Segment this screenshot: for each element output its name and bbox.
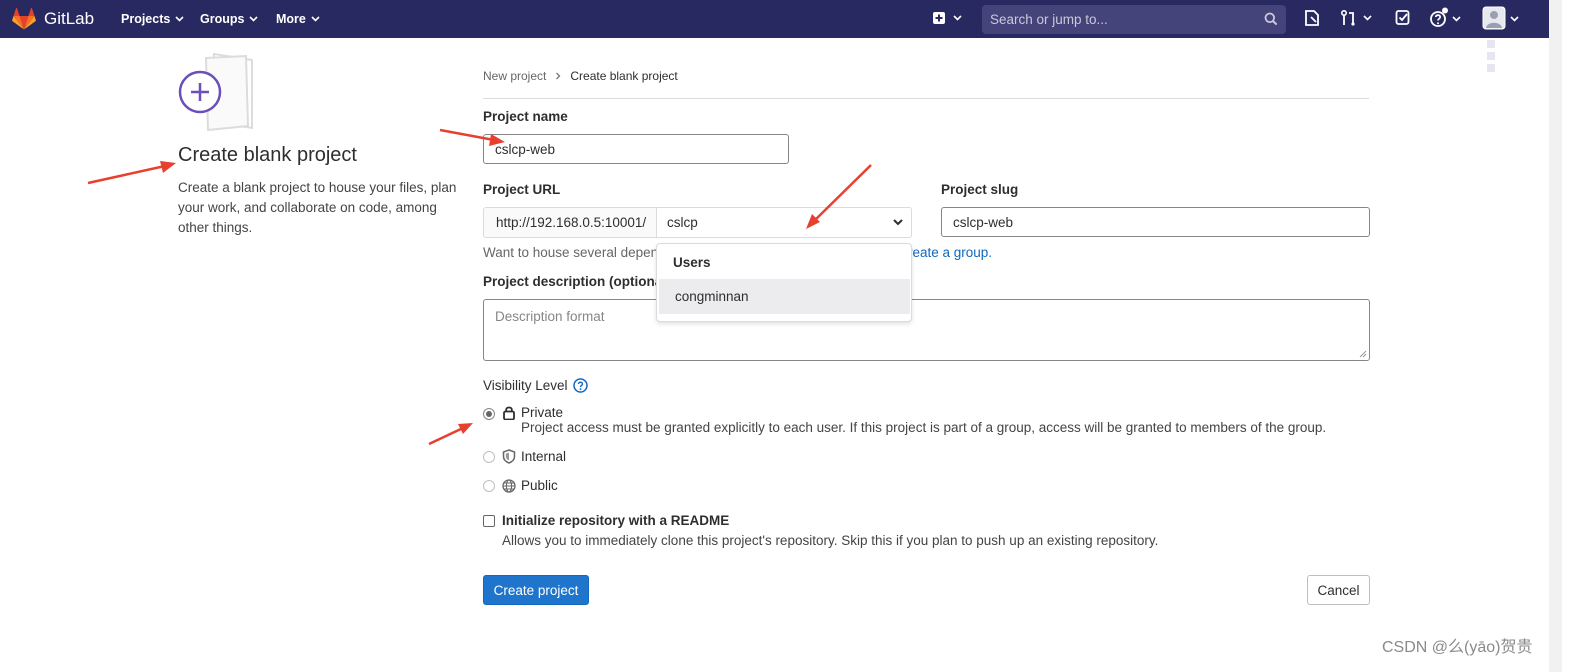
visibility-public-label: Public: [521, 478, 558, 493]
page-scrollbar[interactable]: [1549, 0, 1562, 672]
nav-more-dropdown[interactable]: More: [276, 12, 320, 26]
visibility-private-label: Private: [521, 405, 564, 420]
dropdown-option-user[interactable]: congminnan: [659, 279, 910, 314]
shield-icon: [502, 449, 516, 464]
user-menu-dropdown[interactable]: [1482, 6, 1522, 35]
loading-placeholder-icon: [1487, 40, 1495, 72]
project-url-prefix-text: http://192.168.0.5:10001/: [496, 215, 647, 230]
gitlab-home-link[interactable]: GitLab: [12, 8, 94, 30]
project-slug-label: Project slug: [941, 182, 1019, 197]
visibility-private-description: Project access must be granted explicitl…: [521, 420, 1327, 435]
plus-square-icon: [933, 12, 962, 24]
chevron-down-icon: [175, 16, 184, 22]
search-placeholder: Search or jump to...: [990, 12, 1108, 27]
dropdown-group-header: Users: [673, 255, 711, 270]
help-dropdown[interactable]: [1429, 7, 1463, 32]
merge-requests-button[interactable]: [1340, 9, 1374, 30]
project-url-prefix: http://192.168.0.5:10001/: [483, 207, 656, 238]
visibility-internal-option[interactable]: Internal: [502, 449, 566, 464]
issues-button[interactable]: [1303, 9, 1321, 30]
gitlab-brand-text: GitLab: [44, 9, 95, 28]
help-question-icon: [1430, 7, 1461, 27]
chevron-down-icon: [893, 219, 903, 226]
breadcrumb-current: Create blank project: [570, 69, 678, 83]
page-title: Create blank project: [178, 144, 357, 166]
blank-project-illustration-icon: [178, 52, 253, 132]
visibility-internal-label: Internal: [521, 449, 567, 464]
chevron-down-icon: [311, 16, 320, 22]
watermark-text: CSDN @么(yāo)贺贵: [1382, 639, 1533, 656]
annotation-arrow-title: [87, 161, 176, 185]
visibility-private-radio[interactable]: [483, 408, 495, 420]
nav-projects-dropdown[interactable]: Projects: [121, 12, 184, 26]
visibility-public-option[interactable]: Public: [502, 478, 558, 493]
create-project-button[interactable]: Create project: [483, 575, 589, 605]
visibility-level-label: Visibility Level: [483, 378, 588, 393]
globe-icon: [502, 478, 516, 493]
project-description-label: Project description (optional: [483, 274, 667, 289]
nav-groups-label: Groups: [200, 12, 245, 26]
resize-grip-icon[interactable]: [1359, 350, 1367, 358]
initialize-readme-description: Allows you to immediately clone this pro…: [502, 533, 1159, 548]
project-name-label: Project name: [483, 109, 568, 124]
issues-icon: [1305, 10, 1319, 26]
lock-icon: [503, 406, 515, 420]
top-navbar: GitLab Projects Groups More Search or ju…: [0, 0, 1549, 38]
visibility-internal-radio[interactable]: [483, 451, 495, 463]
create-group-link[interactable]: reate a group.: [908, 245, 992, 260]
chevron-down-icon: [249, 16, 259, 22]
initialize-readme-checkbox[interactable]: [483, 515, 495, 527]
cancel-button[interactable]: Cancel: [1307, 575, 1370, 605]
divider: [483, 98, 1369, 99]
visibility-public-radio[interactable]: [483, 480, 495, 492]
nav-groups-dropdown[interactable]: Groups: [200, 12, 259, 26]
search-icon: [1264, 12, 1278, 26]
avatar-icon: [1482, 6, 1519, 30]
project-slug-value: cslcp-web: [953, 214, 1014, 230]
chevron-right-icon: [556, 72, 561, 80]
visibility-level-text: Visibility Level: [483, 378, 568, 393]
project-slug-input[interactable]: cslcp-web: [941, 207, 1370, 237]
breadcrumb-new-project-link[interactable]: New project: [483, 69, 546, 83]
todo-checkbox-icon: [1395, 10, 1410, 25]
namespace-selected-value: cslcp: [667, 215, 698, 230]
initialize-readme-label[interactable]: Initialize repository with a README: [502, 513, 729, 528]
gitlab-logo-icon: [12, 8, 36, 30]
namespace-dropdown-menu: Users congminnan: [656, 243, 912, 322]
merge-request-icon: [1340, 9, 1372, 26]
project-description-textarea[interactable]: Description format: [483, 299, 1370, 361]
question-circle-icon[interactable]: [572, 378, 588, 393]
breadcrumb: New project Create blank project: [483, 69, 678, 83]
project-name-value: cslcp-web: [495, 141, 556, 157]
search-input[interactable]: Search or jump to...: [982, 5, 1286, 34]
annotation-arrow-visibility: [428, 423, 473, 446]
new-item-dropdown[interactable]: [932, 9, 962, 32]
description-placeholder: Description format: [495, 309, 605, 324]
namespace-help-text: Want to house several depen: [483, 245, 659, 260]
namespace-select[interactable]: cslcp: [656, 207, 912, 238]
todos-button[interactable]: [1395, 9, 1411, 30]
nav-more-label: More: [276, 12, 306, 26]
page-edge: [1562, 0, 1592, 672]
project-name-input[interactable]: cslcp-web: [483, 134, 789, 164]
project-url-label: Project URL: [483, 182, 561, 197]
page-description: Create a blank project to house your fil…: [178, 180, 457, 235]
visibility-private-option[interactable]: Private: [502, 405, 563, 420]
nav-projects-label: Projects: [121, 12, 171, 26]
